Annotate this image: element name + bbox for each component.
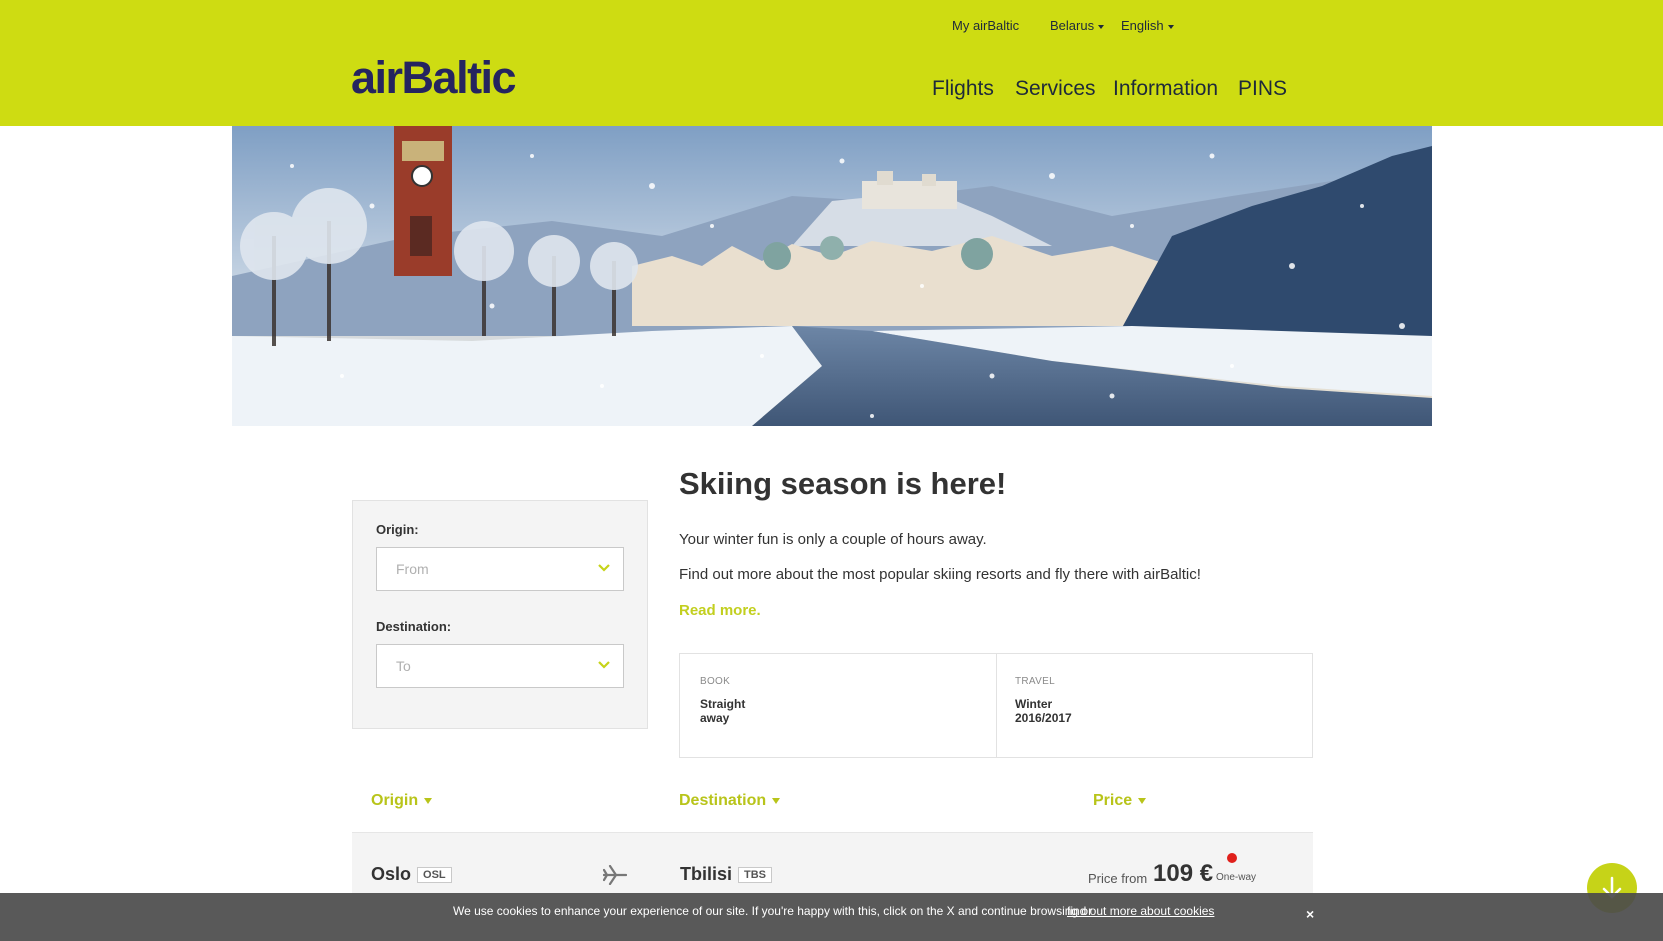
description-text: Find out more about the most popular ski… (679, 566, 1201, 583)
chevron-down-icon (597, 561, 611, 580)
book-key: BOOK (700, 676, 731, 687)
origin-select[interactable]: From (376, 547, 624, 591)
plane-icon (602, 864, 628, 890)
nav-information[interactable]: Information (1113, 77, 1218, 101)
fare-type: One-way (1216, 872, 1257, 883)
nav-flights[interactable]: Flights (932, 77, 994, 101)
cherry-icon (1227, 853, 1237, 863)
language-selector[interactable]: English (1121, 18, 1174, 33)
destination-header-label: Destination (679, 792, 767, 809)
nav-services[interactable]: Services (1015, 77, 1096, 101)
airbaltic-logo[interactable]: airBaltic (351, 55, 517, 100)
route-search-panel: Origin: From Destination: To (352, 500, 648, 729)
price-prefix: Price from (1088, 871, 1148, 886)
sort-destination-header[interactable]: Destination (679, 792, 781, 810)
origin-city-name: Oslo (371, 864, 412, 884)
sort-down-icon (1138, 797, 1147, 804)
travel-value: Winter 2016/2017 (1015, 697, 1072, 725)
offer-details-box: BOOK Straight away TRAVEL Winter 2016/20… (679, 653, 1313, 758)
destination-placeholder: To (396, 658, 411, 674)
country-selector[interactable]: Belarus (1050, 18, 1105, 33)
origin-header-label: Origin (371, 792, 419, 809)
nav-pins[interactable]: PINS (1238, 77, 1287, 101)
cookie-info-link[interactable]: find out more about cookies (1067, 904, 1214, 918)
sort-down-icon (424, 797, 433, 804)
page-title: Skiing season is here! (679, 466, 1007, 501)
hero-winter-image (232, 126, 1432, 426)
destination-city-name: Tbilisi (680, 864, 733, 884)
destination-select[interactable]: To (376, 644, 624, 688)
cookie-banner: We use cookies to enhance your experienc… (0, 893, 1663, 941)
language-label: English (1121, 18, 1164, 33)
destination-city: Tbilisi TBS (680, 864, 773, 885)
price-value: 109 € (1153, 860, 1214, 887)
origin-city: Oslo OSL (371, 864, 452, 885)
origin-code: OSL (417, 867, 452, 883)
close-icon[interactable]: × (1306, 906, 1314, 922)
intro-text: Your winter fun is only a couple of hour… (679, 531, 987, 548)
caret-down-icon (1167, 24, 1174, 29)
site-header: My airBaltic Belarus English airBaltic F… (0, 0, 1663, 126)
country-label: Belarus (1050, 18, 1095, 33)
travel-key: TRAVEL (1015, 676, 1055, 687)
origin-label: Origin: (376, 522, 419, 537)
divider (996, 654, 997, 757)
sort-down-icon (772, 797, 781, 804)
destination-code: TBS (738, 867, 773, 883)
origin-placeholder: From (396, 561, 429, 577)
chevron-down-icon (597, 658, 611, 677)
table-row[interactable]: Oslo OSL Tbilisi TBS Price from 109 € One-… (352, 833, 1313, 893)
my-airbaltic-link[interactable]: My airBaltic (952, 18, 1019, 33)
read-more-link[interactable]: Read more. (679, 602, 761, 619)
book-value: Straight away (700, 697, 746, 725)
sort-price-header[interactable]: Price (1093, 792, 1147, 810)
price-header-label: Price (1093, 792, 1133, 809)
sort-origin-header[interactable]: Origin (371, 792, 433, 810)
cookie-message: We use cookies to enhance your experienc… (453, 904, 1093, 918)
cookie-period: . (1209, 904, 1213, 918)
caret-down-icon (1098, 24, 1105, 29)
destination-label: Destination: (376, 619, 452, 634)
